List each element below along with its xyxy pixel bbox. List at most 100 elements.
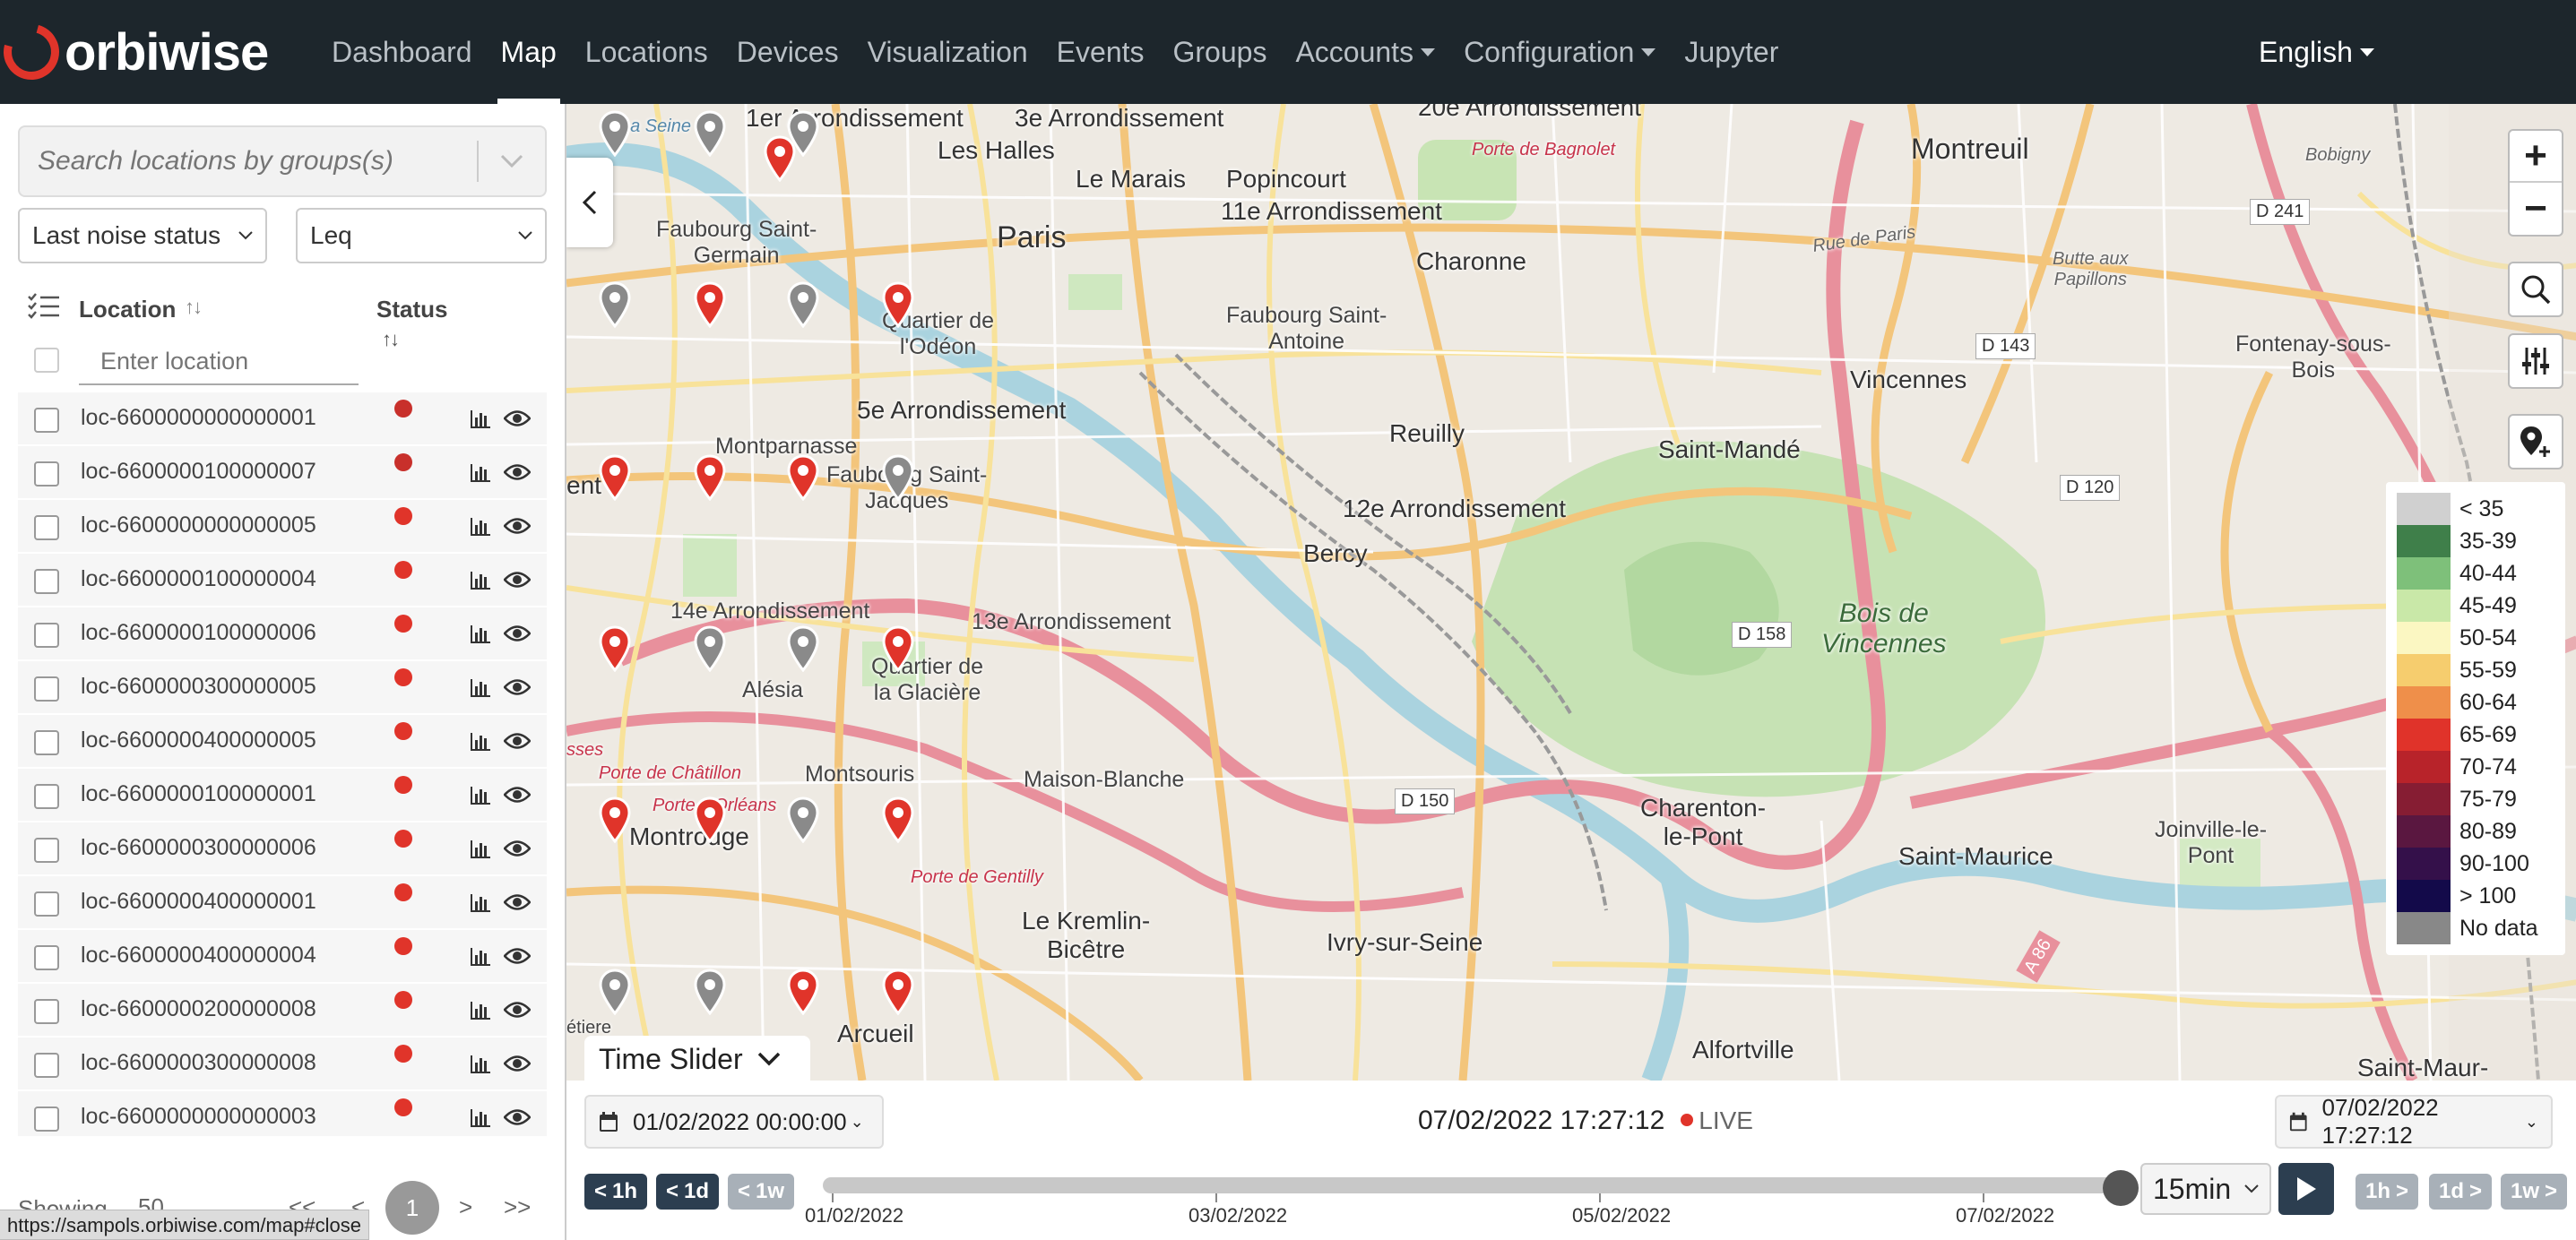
row-checkbox[interactable]: [34, 461, 59, 487]
location-row[interactable]: loc-6600000000000001: [18, 392, 547, 446]
start-date-picker[interactable]: 01/02/2022 00:00:00 ⌄: [584, 1095, 884, 1149]
chevron-down-icon[interactable]: [495, 144, 529, 178]
eye-icon[interactable]: [504, 839, 531, 858]
zoom-in-button[interactable]: +: [2510, 131, 2562, 183]
chart-icon[interactable]: [470, 731, 491, 751]
location-name[interactable]: loc-6600000400000005: [81, 728, 316, 753]
noise-marker-gray[interactable]: [882, 454, 914, 502]
location-name[interactable]: loc-6600000300000008: [81, 1050, 316, 1076]
noise-marker-red[interactable]: [882, 969, 914, 1016]
noise-marker-red[interactable]: [764, 135, 796, 183]
noise-marker-red[interactable]: [882, 281, 914, 329]
nav-visualization[interactable]: Visualization: [853, 0, 1042, 104]
nav-devices[interactable]: Devices: [722, 0, 853, 104]
location-row[interactable]: loc-6600000400000004: [18, 930, 547, 984]
chart-icon[interactable]: [470, 624, 491, 643]
chart-icon[interactable]: [470, 409, 491, 428]
row-checkbox[interactable]: [34, 784, 59, 809]
next-page-button[interactable]: >: [459, 1193, 472, 1221]
eye-icon[interactable]: [504, 624, 531, 643]
noise-marker-gray[interactable]: [694, 625, 726, 673]
chart-icon[interactable]: [470, 946, 491, 966]
location-row[interactable]: loc-6600000100000006: [18, 607, 547, 661]
row-checkbox[interactable]: [34, 515, 59, 540]
end-date-picker[interactable]: 07/02/2022 17:27:12 ⌄: [2275, 1094, 2553, 1149]
status-column-header[interactable]: Status: [376, 296, 447, 323]
chart-icon[interactable]: [470, 462, 491, 482]
status-type-select[interactable]: Last noise status: [18, 208, 267, 263]
row-checkbox[interactable]: [34, 569, 59, 594]
location-row[interactable]: loc-6600000400000005: [18, 715, 547, 769]
eye-icon[interactable]: [504, 785, 531, 805]
eye-icon[interactable]: [504, 1054, 531, 1073]
location-row[interactable]: loc-6600000100000007: [18, 446, 547, 500]
row-checkbox[interactable]: [34, 676, 59, 702]
location-row[interactable]: loc-6600000000000005: [18, 500, 547, 554]
location-row[interactable]: loc-6600000100000001: [18, 769, 547, 822]
nav-locations[interactable]: Locations: [571, 0, 722, 104]
chart-icon[interactable]: [470, 785, 491, 805]
row-checkbox[interactable]: [34, 1107, 59, 1132]
nav-jupyter[interactable]: Jupyter: [1670, 0, 1793, 104]
collapse-sidebar-button[interactable]: [566, 158, 613, 247]
eye-icon[interactable]: [504, 462, 531, 482]
location-name[interactable]: loc-6600000000000005: [81, 512, 316, 538]
noise-marker-gray[interactable]: [694, 110, 726, 158]
noise-marker-gray[interactable]: [694, 969, 726, 1016]
noise-marker-red[interactable]: [599, 454, 631, 502]
eye-icon[interactable]: [504, 1107, 531, 1127]
noise-marker-red[interactable]: [694, 281, 726, 329]
location-name[interactable]: loc-6600000000000003: [81, 1104, 316, 1130]
eye-icon[interactable]: [504, 516, 531, 536]
sort-icon[interactable]: ↑↓: [185, 296, 203, 319]
chart-icon[interactable]: [470, 839, 491, 858]
nav-events[interactable]: Events: [1042, 0, 1159, 104]
noise-marker-gray[interactable]: [599, 969, 631, 1016]
back-1h-button[interactable]: <1h: [584, 1174, 647, 1210]
row-checkbox[interactable]: [34, 1053, 59, 1078]
location-name[interactable]: loc-6600000300000005: [81, 674, 316, 700]
chart-icon[interactable]: [470, 892, 491, 912]
language-dropdown[interactable]: English: [2259, 0, 2374, 104]
back-1w-button[interactable]: <1w: [728, 1174, 794, 1210]
nav-map[interactable]: Map: [487, 0, 571, 104]
row-checkbox[interactable]: [34, 623, 59, 648]
noise-marker-red[interactable]: [787, 969, 819, 1016]
location-row[interactable]: loc-6600000100000004: [18, 554, 547, 607]
noise-marker-red[interactable]: [882, 797, 914, 844]
location-row[interactable]: loc-6600000400000001: [18, 876, 547, 930]
time-slider-track[interactable]: [823, 1177, 2114, 1193]
location-name[interactable]: loc-6600000300000006: [81, 835, 316, 861]
row-checkbox[interactable]: [34, 945, 59, 970]
add-location-button[interactable]: [2508, 414, 2563, 469]
back-1d-button[interactable]: <1d: [656, 1174, 719, 1210]
row-checkbox[interactable]: [34, 730, 59, 755]
group-search[interactable]: [18, 125, 547, 197]
chart-icon[interactable]: [470, 516, 491, 536]
eye-icon[interactable]: [504, 1000, 531, 1020]
location-name[interactable]: loc-6600000400000001: [81, 889, 316, 915]
chart-icon[interactable]: [470, 1054, 491, 1073]
map-search-button[interactable]: [2508, 262, 2563, 317]
noise-marker-red[interactable]: [599, 625, 631, 673]
chart-icon[interactable]: [470, 677, 491, 697]
location-name[interactable]: loc-6600000000000001: [81, 405, 316, 431]
sort-icon[interactable]: ↑↓: [382, 328, 400, 351]
row-checkbox[interactable]: [34, 408, 59, 433]
noise-marker-gray[interactable]: [787, 281, 819, 329]
location-column-header[interactable]: Location: [79, 296, 176, 323]
noise-marker-red[interactable]: [882, 625, 914, 673]
eye-icon[interactable]: [504, 731, 531, 751]
play-button[interactable]: [2278, 1163, 2334, 1215]
location-name[interactable]: loc-6600000100000006: [81, 620, 316, 646]
row-checkbox[interactable]: [34, 838, 59, 863]
noise-marker-red[interactable]: [599, 797, 631, 844]
fwd-1d-button[interactable]: 1d >: [2429, 1174, 2492, 1210]
location-name[interactable]: loc-6600000400000004: [81, 943, 316, 969]
noise-marker-red[interactable]: [694, 454, 726, 502]
location-row[interactable]: loc-6600000200000008: [18, 984, 547, 1038]
nav-accounts[interactable]: Accounts: [1281, 0, 1449, 104]
location-row[interactable]: loc-6600000300000005: [18, 661, 547, 715]
chart-icon[interactable]: [470, 1107, 491, 1127]
eye-icon[interactable]: [504, 409, 531, 428]
